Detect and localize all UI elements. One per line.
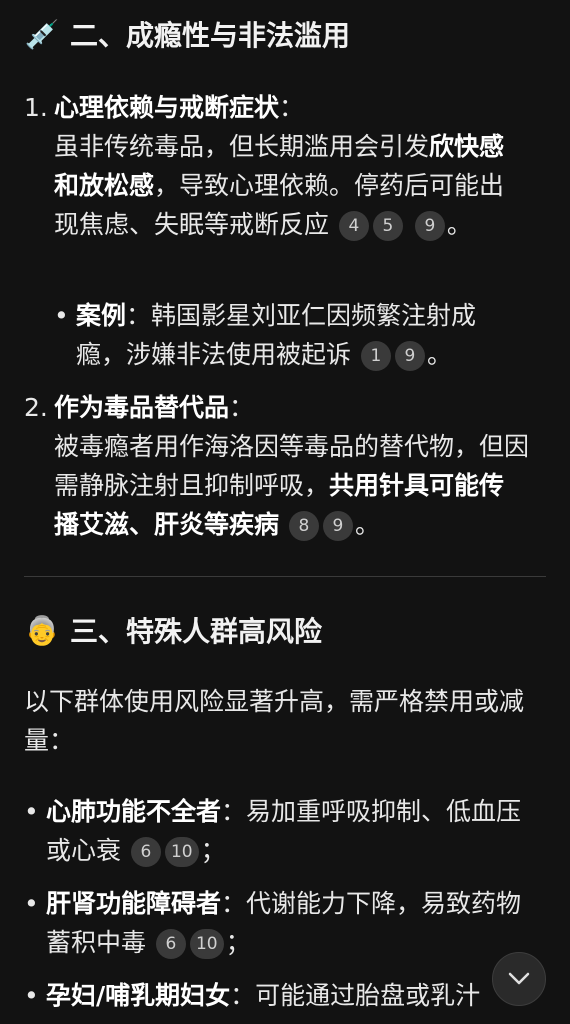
citation-badge[interactable]: 6 <box>155 929 186 959</box>
chevron-down-icon <box>508 972 530 985</box>
bullet-dot: • <box>24 797 39 826</box>
list-number: 2. <box>24 393 48 422</box>
bullet-label: 肝肾功能障碍者 <box>46 889 222 918</box>
section-title: 三、特殊人群高风险 <box>70 615 323 648</box>
elderly-woman-icon: 👵 <box>24 613 60 647</box>
section-title: 二、成瘾性与非法滥用 <box>70 19 351 52</box>
bullet-dot: • <box>24 981 39 1010</box>
citation-badge[interactable]: 8 <box>288 511 319 541</box>
bullet-dot: • <box>24 889 39 918</box>
intro-paragraph: 以下群体使用风险显著升高，需严格禁用或减量： <box>24 687 525 755</box>
citation-badge[interactable]: 10 <box>164 837 199 867</box>
section-heading-abuse: 💉 二、成瘾性与非法滥用 <box>24 14 350 54</box>
bullet-label: 案例 <box>76 301 127 330</box>
syringe-icon: 💉 <box>24 17 60 51</box>
risk-bullet: • 孕妇/哺乳期妇女：可能通过胎盘或乳汁 <box>24 976 494 1024</box>
list-number: 1. <box>24 93 48 122</box>
bullet-label: 心肺功能不全者 <box>46 797 222 826</box>
citation-badge[interactable]: 10 <box>189 929 224 959</box>
bullet-dot: • <box>54 301 69 330</box>
citation-badge[interactable]: 1 <box>360 341 391 371</box>
citation-badge[interactable]: 5 <box>372 211 403 241</box>
section-heading-risk: 👵 三、特殊人群高风险 <box>24 610 322 650</box>
bullet-label: 孕妇/哺乳期妇女 <box>46 981 231 1010</box>
citation-badge[interactable]: 4 <box>338 211 369 241</box>
section-divider <box>24 576 546 577</box>
citation-badge[interactable]: 6 <box>130 837 161 867</box>
list-item-label: 作为毒品替代品 <box>54 393 230 422</box>
citation-badge[interactable]: 9 <box>394 341 425 371</box>
citation-badge[interactable]: 9 <box>322 511 353 541</box>
citation-badge[interactable]: 9 <box>414 211 445 241</box>
list-item-label: 心理依赖与戒断症状 <box>54 93 280 122</box>
scroll-to-bottom-button[interactable] <box>492 952 546 1006</box>
